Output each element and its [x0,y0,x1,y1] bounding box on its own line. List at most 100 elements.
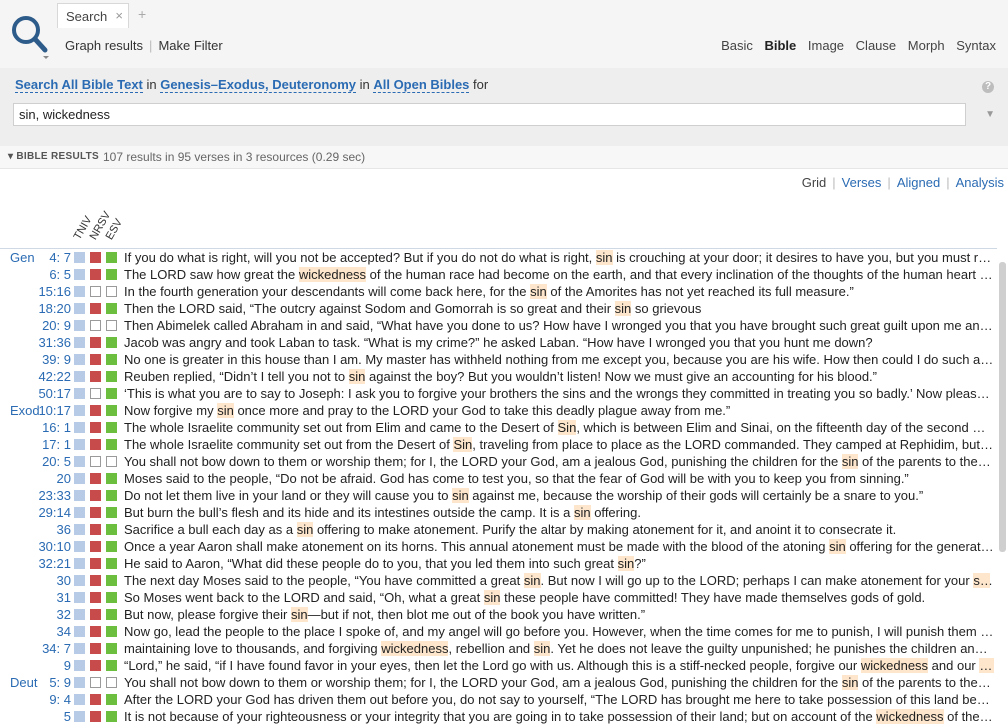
hit-cell-nrsv[interactable] [90,405,101,416]
hit-cell-esv[interactable] [106,371,117,382]
verse-ref[interactable]: 31:36 [38,334,71,351]
mode-image[interactable]: Image [808,38,844,53]
hit-cell-esv[interactable] [106,354,117,365]
verse-ref[interactable]: 23:33 [38,487,71,504]
hit-cell-nrsv[interactable] [90,558,101,569]
hit-cell-esv[interactable] [106,405,117,416]
hit-cell-esv[interactable] [106,269,117,280]
hit-cell-tniv[interactable] [74,609,85,620]
verse-ref[interactable]: 9 [64,657,71,674]
hit-cell-esv[interactable] [106,337,117,348]
hit-cell-nrsv[interactable] [90,694,101,705]
add-tab-icon[interactable]: + [138,6,146,22]
hit-cell-esv[interactable] [106,660,117,671]
make-filter-link[interactable]: Make Filter [158,38,222,53]
magnifier-icon[interactable] [10,14,50,60]
hit-cell-esv[interactable] [106,490,117,501]
hit-cell-nrsv[interactable] [90,439,101,450]
hit-cell-esv[interactable] [106,626,117,637]
resources-link[interactable]: All Open Bibles [373,77,470,93]
hit-cell-nrsv[interactable] [90,575,101,586]
range-link[interactable]: Genesis–Exodus, Deuteronomy [160,77,356,93]
hit-cell-tniv[interactable] [74,677,85,688]
result-row[interactable]: Exod 10:17 Now forgive my sin once more an… [0,402,997,419]
verse-ref[interactable]: 36 [57,521,71,538]
mode-morph[interactable]: Morph [908,38,945,53]
book-label[interactable]: Deut [10,674,38,691]
hit-cell-esv[interactable] [106,677,117,688]
hit-cell-tniv[interactable] [74,405,85,416]
hit-cell-tniv[interactable] [74,269,85,280]
verse-ref[interactable]: 20: 9 [42,317,71,334]
hit-cell-tniv[interactable] [74,439,85,450]
tab-search[interactable]: Search × [57,3,129,28]
hit-cell-nrsv[interactable] [90,354,101,365]
verse-ref[interactable]: 10:17 [38,402,71,419]
hit-cell-tniv[interactable] [74,303,85,314]
hit-cell-nrsv[interactable] [90,677,101,688]
hit-cell-tniv[interactable] [74,422,85,433]
verse-ref[interactable]: 29:14 [38,504,71,521]
result-row[interactable]: 16: 1 The whole Israelite community set o… [0,419,997,436]
view-aligned[interactable]: Aligned [897,175,940,190]
hit-cell-esv[interactable] [106,558,117,569]
result-row[interactable]: Gen 4: 7 If you do what is right, will you… [0,248,997,266]
mode-clause[interactable]: Clause [856,38,896,53]
scrollbar[interactable] [999,262,1006,552]
book-label[interactable]: Gen [10,249,38,266]
result-row[interactable]: 6: 5 The LORD saw how great the wickednes… [0,266,997,283]
hit-cell-nrsv[interactable] [90,507,101,518]
verse-ref[interactable]: 6: 5 [49,266,71,283]
verse-ref[interactable]: 32 [57,606,71,623]
hit-cell-tniv[interactable] [74,490,85,501]
hit-cell-esv[interactable] [106,252,117,263]
hit-cell-esv[interactable] [106,575,117,586]
verse-ref[interactable]: 31 [57,589,71,606]
hit-cell-esv[interactable] [106,439,117,450]
hit-cell-tniv[interactable] [74,252,85,263]
result-row[interactable]: 39: 9 No one is greater in this house tha… [0,351,997,368]
graph-results-link[interactable]: Graph results [65,38,143,53]
verse-ref[interactable]: 39: 9 [42,351,71,368]
hit-cell-esv[interactable] [106,524,117,535]
verse-ref[interactable]: 42:22 [38,368,71,385]
hit-cell-tniv[interactable] [74,337,85,348]
hit-cell-nrsv[interactable] [90,490,101,501]
hit-cell-nrsv[interactable] [90,711,101,722]
result-row[interactable]: 17: 1 The whole Israelite community set o… [0,436,997,453]
hit-cell-tniv[interactable] [74,456,85,467]
result-row[interactable]: 31 So Moses went back to the LORD and sai… [0,589,997,606]
result-row[interactable]: 15:16 In the fourth generation your desce… [0,283,997,300]
mode-bible[interactable]: Bible [764,38,796,53]
verse-ref[interactable]: 16: 1 [42,419,71,436]
hit-cell-nrsv[interactable] [90,541,101,552]
result-row[interactable]: 5 It is not because of your righteousness… [0,708,997,725]
hit-cell-tniv[interactable] [74,354,85,365]
hit-cell-tniv[interactable] [74,388,85,399]
hit-cell-esv[interactable] [106,592,117,603]
result-row[interactable]: Deut 5: 9 You shall not bow down to them o… [0,674,997,691]
verse-ref[interactable]: 5: 9 [49,674,71,691]
hit-cell-nrsv[interactable] [90,303,101,314]
verse-ref[interactable]: 20: 5 [42,453,71,470]
hit-cell-tniv[interactable] [74,711,85,722]
search-input[interactable] [13,103,966,126]
result-row[interactable]: 9: 4 After the LORD your God has driven t… [0,691,997,708]
result-row[interactable]: 18:20 Then the LORD said, “The outcry aga… [0,300,997,317]
verse-ref[interactable]: 20 [57,470,71,487]
hit-cell-tniv[interactable] [74,575,85,586]
view-grid[interactable]: Grid [802,175,827,190]
hit-cell-tniv[interactable] [74,371,85,382]
hit-cell-nrsv[interactable] [90,643,101,654]
hit-cell-esv[interactable] [106,711,117,722]
hit-cell-tniv[interactable] [74,694,85,705]
view-analysis[interactable]: Analysis [956,175,1004,190]
hit-cell-nrsv[interactable] [90,473,101,484]
result-row[interactable]: 9 “Lord,” he said, “if I have found favor… [0,657,997,674]
verse-ref[interactable]: 15:16 [38,283,71,300]
result-row[interactable]: 29:14 But burn the bull’s flesh and its h… [0,504,997,521]
hit-cell-nrsv[interactable] [90,524,101,535]
verse-ref[interactable]: 17: 1 [42,436,71,453]
mode-basic[interactable]: Basic [721,38,753,53]
view-verses[interactable]: Verses [842,175,882,190]
